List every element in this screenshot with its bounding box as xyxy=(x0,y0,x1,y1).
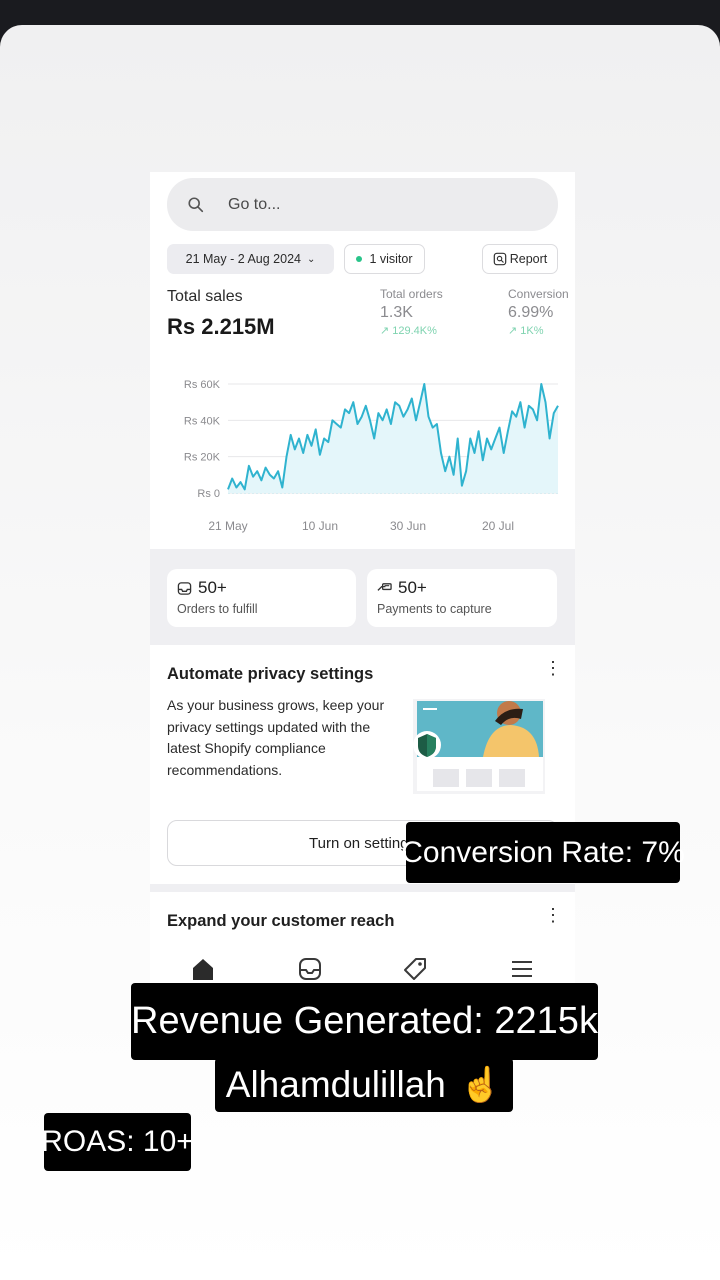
conversion-delta: ↗ 1K% xyxy=(508,325,544,337)
promo-body: As your business grows, keep your privac… xyxy=(167,697,385,778)
alhamdulillah-text: Alhamdulillah xyxy=(225,1064,446,1105)
total-orders-label: Total orders xyxy=(380,287,443,301)
report-icon xyxy=(493,252,507,266)
report-label: Report xyxy=(509,252,548,266)
sales-line-chart[interactable]: Rs 60K Rs 40K Rs 20K Rs 0 21 May 10 Jun 30 Jun… xyxy=(150,370,575,540)
y-tick-label: Rs 0 xyxy=(197,488,220,500)
total-orders-metric[interactable]: Total orders 1.3K ↗ 129.4K% xyxy=(380,287,443,337)
privacy-illustration xyxy=(413,699,545,794)
payments-count: 50+ xyxy=(398,578,427,597)
report-button[interactable]: Report xyxy=(482,244,558,274)
total-sales-value: Rs 2.215M xyxy=(167,314,275,339)
visitors-label: 1 visitor xyxy=(369,252,413,266)
live-dot-icon xyxy=(356,256,363,262)
search-placeholder: Go to... xyxy=(228,195,281,213)
y-tick-label: Rs 40K xyxy=(184,415,221,427)
conversion-value: 6.99% xyxy=(508,304,554,321)
home-icon[interactable] xyxy=(190,956,216,982)
search-bar[interactable]: Go to... xyxy=(167,178,558,231)
x-tick-label: 30 Jun xyxy=(390,519,426,533)
conversion-metric[interactable]: Conversion 6.99% ↗ 1K% xyxy=(508,287,569,337)
orders-label: Orders to fulfill xyxy=(177,602,258,616)
alhamdulillah-caption: Alhamdulillah ☝️ xyxy=(215,1058,513,1112)
payment-icon xyxy=(377,582,392,591)
x-tick-label: 21 May xyxy=(208,519,247,533)
promo-title: Automate privacy settings xyxy=(167,665,374,683)
more-options-icon[interactable]: ⋮ xyxy=(544,659,562,677)
section-divider xyxy=(150,884,575,892)
payments-to-capture-card[interactable]: 50+ Payments to capture xyxy=(367,569,557,627)
revenue-caption: Revenue Generated: 2215k xyxy=(131,983,598,1060)
total-sales-label: Total sales xyxy=(167,288,243,305)
y-tick-label: Rs 20K xyxy=(184,452,221,464)
orders-count: 50+ xyxy=(198,578,227,597)
series-area-fill xyxy=(228,384,558,493)
orders-to-fulfill-card[interactable]: 50+ Orders to fulfill xyxy=(167,569,356,627)
search-icon xyxy=(188,196,204,212)
total-orders-delta: ↗ 129.4K% xyxy=(380,325,437,337)
date-range-label: 21 May - 2 Aug 2024 xyxy=(185,252,301,266)
y-tick-label: Rs 60K xyxy=(184,379,221,391)
orders-icon[interactable] xyxy=(297,956,323,982)
conversion-label: Conversion xyxy=(508,287,569,301)
bottom-tab-bar xyxy=(150,942,575,985)
payments-label: Payments to capture xyxy=(377,602,492,616)
x-tick-label: 10 Jun xyxy=(302,519,338,533)
date-range-picker[interactable]: 21 May - 2 Aug 2024 ⌄ xyxy=(167,244,334,274)
x-tick-label: 20 Jul xyxy=(482,519,514,533)
conversion-rate-caption: Conversion Rate: 7% xyxy=(401,822,685,883)
roas-caption: ROAS: 10+ xyxy=(41,1113,194,1171)
products-icon[interactable] xyxy=(402,956,428,982)
more-options-icon[interactable]: ⋮ xyxy=(544,906,562,924)
total-orders-value: 1.3K xyxy=(380,304,413,321)
menu-icon[interactable] xyxy=(509,956,535,982)
chevron-down-icon: ⌄ xyxy=(306,253,316,265)
expand-reach-title: Expand your customer reach xyxy=(167,912,395,930)
pointing-up-emoji: ☝️ xyxy=(459,1066,503,1104)
live-visitors-button[interactable]: 1 visitor xyxy=(344,244,425,274)
inbox-icon xyxy=(177,581,192,595)
